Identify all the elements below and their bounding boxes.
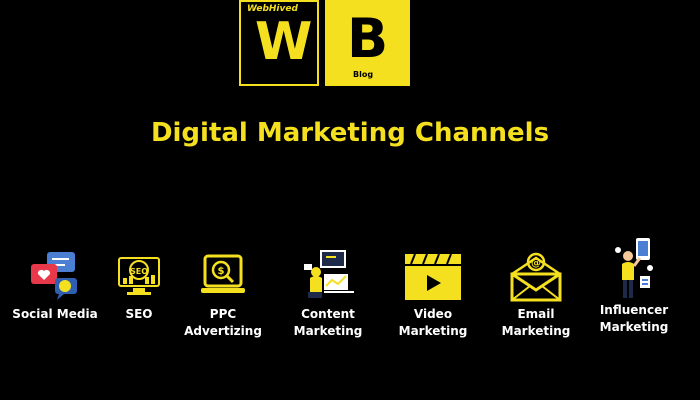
email-icon: @ xyxy=(510,252,562,302)
channel-ppc: $ PPC Advertizing xyxy=(173,250,273,340)
channel-label-line-2: Marketing xyxy=(398,324,468,338)
logo: WebHived W B Blog xyxy=(239,0,410,86)
logo-w-panel: WebHived W xyxy=(239,0,319,86)
channel-content: Content Marketing xyxy=(278,248,378,340)
social-media-icon xyxy=(31,252,77,300)
svg-text:$: $ xyxy=(218,266,225,277)
logo-letter-w: W xyxy=(255,12,313,72)
page-title: Digital Marketing Channels xyxy=(150,118,550,148)
channel-label: PPC xyxy=(209,307,237,321)
channel-label: Video xyxy=(413,307,453,321)
channel-label: Email xyxy=(517,307,555,321)
channel-email: @ Email Marketing xyxy=(486,250,586,340)
channel-label-line-2: Marketing xyxy=(293,324,363,338)
channel-label: Content xyxy=(301,307,355,321)
ppc-icon: $ xyxy=(201,254,245,293)
content-icon xyxy=(304,250,354,298)
video-icon xyxy=(405,253,461,300)
channel-influencer: Influencer Marketing xyxy=(584,236,684,336)
channel-label-line-2: Marketing xyxy=(501,324,571,338)
svg-text:SEO: SEO xyxy=(130,267,148,276)
channel-video: Video Marketing xyxy=(383,250,483,340)
channel-label-line-2: Advertizing xyxy=(184,324,262,338)
channel-label: Influencer xyxy=(599,303,669,317)
channel-label-line-2: Marketing xyxy=(599,320,669,334)
influencer-icon xyxy=(615,238,653,298)
logo-sub-text: Blog xyxy=(353,70,374,79)
seo-icon: SEO xyxy=(118,257,160,295)
logo-letter-b: B xyxy=(347,7,389,70)
